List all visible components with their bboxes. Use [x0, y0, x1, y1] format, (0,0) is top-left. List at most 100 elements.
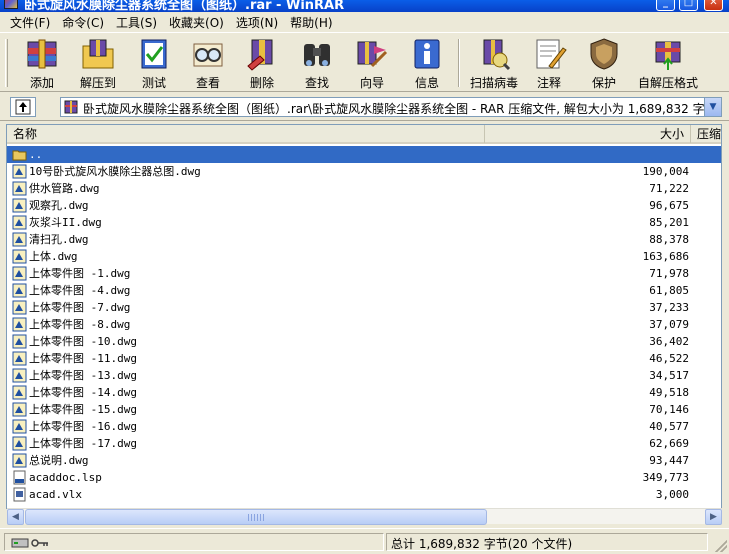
- toolbar-grip[interactable]: [5, 39, 8, 87]
- file-name: 上体零件图 -8.dwg: [29, 318, 131, 331]
- file-row[interactable]: 上体零件图 -15.dwg 70,146: [7, 401, 721, 418]
- menu-options[interactable]: 选项(N): [230, 14, 284, 31]
- up-arrow-icon: [15, 99, 31, 115]
- file-row[interactable]: 上体零件图 -10.dwg 36,402: [7, 333, 721, 350]
- vlx-file-icon: [13, 487, 26, 502]
- sfx-archive-icon: [655, 41, 681, 70]
- column-name-header[interactable]: 名称: [7, 125, 485, 143]
- file-size: 34,517: [649, 369, 689, 382]
- info-label: 信息: [414, 76, 439, 90]
- file-size: 62,669: [649, 437, 689, 450]
- view-button[interactable]: 查看: [180, 36, 236, 90]
- view-label: 查看: [195, 76, 220, 90]
- file-name: 供水管路.dwg: [29, 182, 100, 195]
- dwg-file-icon: [12, 283, 27, 298]
- resize-grip[interactable]: [715, 540, 727, 552]
- address-dropdown-button[interactable]: ▼: [704, 98, 721, 116]
- file-name: 上体零件图 -17.dwg: [29, 437, 137, 450]
- minimize-button[interactable]: _: [656, 0, 675, 11]
- title-bar: 卧式旋风水膜除尘器系统全图（图纸）.rar - WinRAR _ □ ✕: [0, 0, 729, 12]
- file-row[interactable]: 上体零件图 -8.dwg 37,079: [7, 316, 721, 333]
- virus-scan-button[interactable]: 扫描病毒: [466, 36, 522, 90]
- dwg-file-icon: [12, 385, 27, 400]
- dwg-file-icon: [12, 215, 27, 230]
- file-row[interactable]: 10号卧式旋风水膜除尘器总图.dwg 190,004: [7, 163, 721, 180]
- file-row[interactable]: 总说明.dwg 93,447: [7, 452, 721, 469]
- file-size: 93,447: [649, 454, 689, 467]
- delete-icon: [247, 39, 273, 71]
- file-row[interactable]: 上体零件图 -7.dwg 37,233: [7, 299, 721, 316]
- menu-help[interactable]: 帮助(H): [284, 14, 338, 31]
- protect-button[interactable]: 保护: [576, 36, 632, 90]
- file-name: 上体零件图 -7.dwg: [29, 301, 131, 314]
- extract-folder-icon: [82, 39, 114, 69]
- file-row[interactable]: acad.vlx 3,000: [7, 486, 721, 503]
- menu-tools[interactable]: 工具(S): [110, 14, 163, 31]
- column-packed-header[interactable]: 压缩: [691, 125, 721, 143]
- dwg-file-icon: [12, 368, 27, 383]
- address-field[interactable]: 卧式旋风水膜除尘器系统全图（图纸）.rar\卧式旋风水膜除尘器系统全图 - RA…: [60, 97, 722, 117]
- address-path: 卧式旋风水膜除尘器系统全图（图纸）.rar\卧式旋风水膜除尘器系统全图 - RA…: [83, 102, 717, 116]
- horizontal-scrollbar[interactable]: ◀ ▶: [7, 508, 722, 525]
- file-name: 清扫孔.dwg: [29, 233, 89, 246]
- file-row[interactable]: ..: [7, 146, 721, 163]
- file-row[interactable]: 上体零件图 -13.dwg 34,517: [7, 367, 721, 384]
- scroll-left-button[interactable]: ◀: [7, 509, 24, 525]
- menu-commands[interactable]: 命令(C): [56, 14, 110, 31]
- file-size: 190,004: [642, 165, 689, 178]
- file-name: 上体.dwg: [29, 250, 78, 263]
- file-size: 37,079: [649, 318, 689, 331]
- up-one-level-button[interactable]: [10, 97, 36, 117]
- file-row[interactable]: 上体零件图 -4.dwg 61,805: [7, 282, 721, 299]
- menu-favorites[interactable]: 收藏夹(O): [163, 14, 230, 31]
- menu-file[interactable]: 文件(F): [4, 14, 56, 31]
- file-name: 灰浆斗II.dwg: [29, 216, 102, 229]
- delete-button[interactable]: 删除: [234, 36, 290, 90]
- toolbar-separator: [458, 39, 460, 87]
- file-name: 上体零件图 -14.dwg: [29, 386, 137, 399]
- file-row[interactable]: acaddoc.lsp 349,773: [7, 469, 721, 486]
- file-row[interactable]: 上体零件图 -14.dwg 49,518: [7, 384, 721, 401]
- drive-key-icon[interactable]: [11, 537, 51, 549]
- scroll-right-button[interactable]: ▶: [705, 509, 722, 525]
- info-button[interactable]: 信息: [399, 36, 455, 90]
- find-button[interactable]: 查找: [289, 36, 345, 90]
- maximize-button[interactable]: □: [679, 0, 698, 11]
- find-label: 查找: [304, 76, 329, 90]
- file-row[interactable]: 清扫孔.dwg 88,378: [7, 231, 721, 248]
- protect-shield-icon: [590, 38, 618, 70]
- file-row[interactable]: 上体零件图 -11.dwg 46,522: [7, 350, 721, 367]
- file-list[interactable]: 名称 大小 压缩 .. 10号卧式旋风水膜除尘器总图.dwg 190,004 供水管路…: [6, 124, 722, 509]
- file-row[interactable]: 上体零件图 -17.dwg 62,669: [7, 435, 721, 452]
- test-button[interactable]: 测试: [126, 36, 182, 90]
- dwg-file-icon: [12, 232, 27, 247]
- file-row[interactable]: 灰浆斗II.dwg 85,201: [7, 214, 721, 231]
- file-row[interactable]: 上体.dwg 163,686: [7, 248, 721, 265]
- add-button[interactable]: 添加: [14, 36, 70, 90]
- file-row[interactable]: 观察孔.dwg 96,675: [7, 197, 721, 214]
- file-rows: .. 10号卧式旋风水膜除尘器总图.dwg 190,004 供水管路.dwg 71,22…: [7, 146, 721, 503]
- file-row[interactable]: 供水管路.dwg 71,222: [7, 180, 721, 197]
- wizard-button[interactable]: 向导: [344, 36, 400, 90]
- file-row[interactable]: 上体零件图 -16.dwg 40,577: [7, 418, 721, 435]
- comment-button[interactable]: 注释: [521, 36, 577, 90]
- scroll-thumb[interactable]: [25, 509, 487, 525]
- winrar-app-icon[interactable]: [4, 0, 18, 9]
- wizard-label: 向导: [359, 76, 384, 90]
- status-left-panel: [4, 533, 384, 551]
- file-name: ..: [29, 148, 43, 161]
- dwg-file-icon: [12, 181, 27, 196]
- extract-to-button[interactable]: 解压到: [70, 36, 126, 90]
- file-row[interactable]: 上体零件图 -1.dwg 71,978: [7, 265, 721, 282]
- delete-label: 删除: [249, 76, 274, 90]
- close-button[interactable]: ✕: [704, 0, 723, 11]
- comment-pen-icon: [536, 39, 567, 69]
- file-size: 88,378: [649, 233, 689, 246]
- file-name: 上体零件图 -11.dwg: [29, 352, 137, 365]
- column-size-header[interactable]: 大小: [485, 125, 691, 143]
- dwg-file-icon: [12, 334, 27, 349]
- folder-up-icon: [12, 150, 27, 161]
- sfx-button[interactable]: 自解压格式: [632, 36, 704, 90]
- view-glasses-icon: [193, 43, 223, 67]
- comment-label: 注释: [536, 76, 561, 90]
